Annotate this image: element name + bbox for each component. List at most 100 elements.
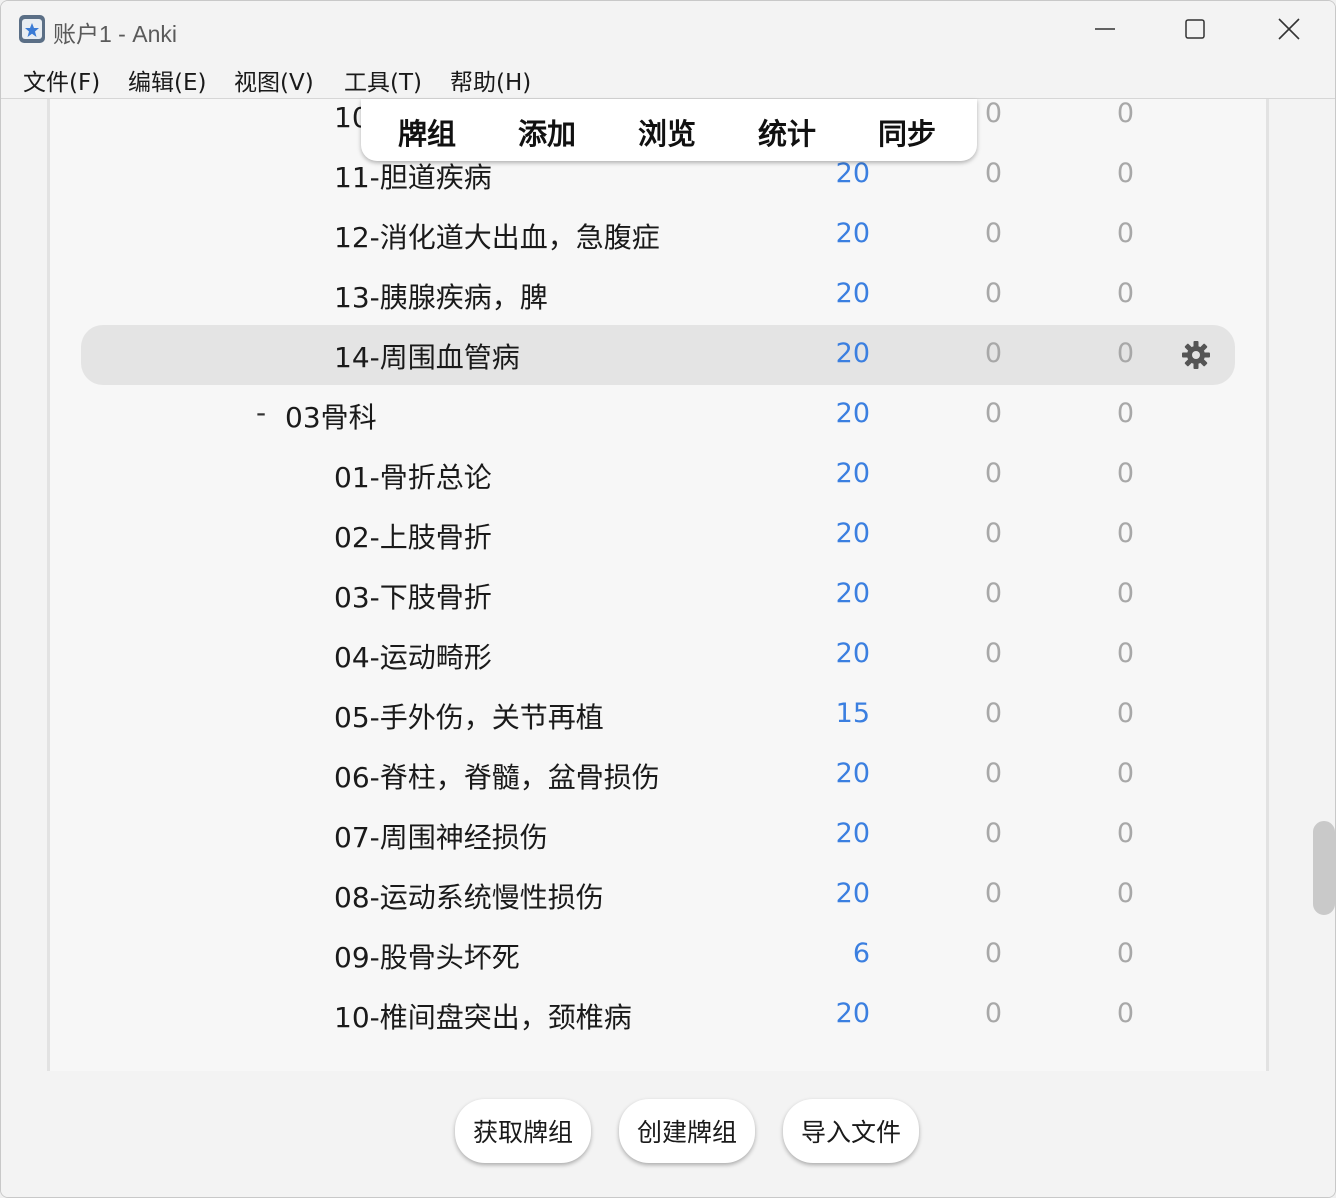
scrollbar-thumb[interactable] <box>1311 819 1335 917</box>
deck-name[interactable]: 07-周围神经损伤 <box>334 816 548 856</box>
deck-row[interactable]: 01-骨折总论 20 0 0 <box>50 445 1266 505</box>
main-toolbar: 牌组 添加 浏览 统计 同步 <box>361 99 977 161</box>
new-count: 20 <box>835 578 870 609</box>
new-count: 20 <box>835 278 870 309</box>
deck-list: 10-肝疾病，门静脉高压200011-胆道疾病200012-消化道大出血，急腹症… <box>47 99 1269 1071</box>
tab-sync[interactable]: 同步 <box>878 111 936 153</box>
learn-count: 0 <box>984 218 1002 249</box>
create-deck-button[interactable]: 创建牌组 <box>619 1099 755 1163</box>
learn-count: 0 <box>984 578 1002 609</box>
window-title: 账户1 - Anki <box>53 21 177 47</box>
tab-browse[interactable]: 浏览 <box>638 111 696 153</box>
deck-name[interactable]: 01-骨折总论 <box>334 456 492 496</box>
due-count: 0 <box>1116 578 1134 609</box>
learn-count: 0 <box>984 938 1002 969</box>
anki-star-icon <box>19 15 45 43</box>
deck-name[interactable]: 14-周围血管病 <box>334 336 520 376</box>
deck-name[interactable]: 10-椎间盘突出，颈椎病 <box>334 996 632 1036</box>
menu-file[interactable]: 文件(F) <box>23 63 100 97</box>
title-bar: 账户1 - Anki <box>1 1 1335 59</box>
learn-count: 0 <box>984 518 1002 549</box>
deck-name[interactable]: 09-股骨头坏死 <box>334 936 520 976</box>
get-shared-button[interactable]: 获取牌组 <box>455 1099 591 1163</box>
due-count: 0 <box>1116 638 1134 669</box>
learn-count: 0 <box>984 698 1002 729</box>
new-count: 20 <box>835 758 870 789</box>
due-count: 0 <box>1116 218 1134 249</box>
new-count: 6 <box>852 938 870 969</box>
deck-name[interactable]: 11-胆道疾病 <box>334 156 492 196</box>
tab-add[interactable]: 添加 <box>518 111 576 153</box>
close-icon <box>1278 18 1300 40</box>
deck-name[interactable]: 05-手外伤，关节再植 <box>334 696 604 736</box>
minimize-button[interactable] <box>1075 9 1135 49</box>
new-count: 20 <box>835 998 870 1029</box>
due-count: 0 <box>1116 398 1134 429</box>
due-count: 0 <box>1116 458 1134 489</box>
deck-row[interactable]: 03-下肢骨折 20 0 0 <box>50 565 1266 625</box>
minimize-icon <box>1095 28 1115 30</box>
maximize-button[interactable] <box>1165 9 1225 49</box>
menu-bar: 文件(F) 编辑(E) 视图(V) 工具(T) 帮助(H) <box>1 59 1335 99</box>
learn-count: 0 <box>984 398 1002 429</box>
menu-view[interactable]: 视图(V) <box>234 63 314 97</box>
learn-count: 0 <box>984 878 1002 909</box>
deck-row[interactable]: 02-上肢骨折 20 0 0 <box>50 505 1266 565</box>
deck-name[interactable]: 08-运动系统慢性损伤 <box>334 876 604 916</box>
new-count: 20 <box>835 458 870 489</box>
deck-name[interactable]: 03-下肢骨折 <box>334 576 492 616</box>
deck-row[interactable]: 05-手外伤，关节再植 15 0 0 <box>50 685 1266 745</box>
new-count: 20 <box>835 518 870 549</box>
new-count: 20 <box>835 638 870 669</box>
learn-count: 0 <box>984 158 1002 189</box>
deck-row[interactable]: 08-运动系统慢性损伤 20 0 0 <box>50 865 1266 925</box>
close-button[interactable] <box>1259 9 1319 49</box>
deck-row[interactable]: 10-椎间盘突出，颈椎病 20 0 0 <box>50 985 1266 1045</box>
new-count: 20 <box>835 398 870 429</box>
deck-name[interactable]: 03骨科 <box>285 396 377 436</box>
due-count: 0 <box>1116 758 1134 789</box>
deck-row[interactable]: 07-周围神经损伤 20 0 0 <box>50 805 1266 865</box>
import-file-button[interactable]: 导入文件 <box>783 1099 919 1163</box>
new-count: 15 <box>835 698 870 729</box>
due-count: 0 <box>1116 158 1134 189</box>
learn-count: 0 <box>984 998 1002 1029</box>
due-count: 0 <box>1116 698 1134 729</box>
deck-row[interactable]: 12-消化道大出血，急腹症 20 0 0 <box>50 205 1266 265</box>
deck-name[interactable]: 02-上肢骨折 <box>334 516 492 556</box>
deck-row[interactable]: 04-运动畸形 20 0 0 <box>50 625 1266 685</box>
maximize-icon <box>1185 19 1205 39</box>
deck-row[interactable]: 13-胰腺疾病，脾 20 0 0 <box>50 265 1266 325</box>
due-count: 0 <box>1116 338 1134 369</box>
menu-tools[interactable]: 工具(T) <box>344 63 422 97</box>
learn-count: 0 <box>984 818 1002 849</box>
due-count: 0 <box>1116 818 1134 849</box>
tab-decks[interactable]: 牌组 <box>398 111 456 153</box>
menu-help[interactable]: 帮助(H) <box>450 63 531 97</box>
tab-stats[interactable]: 统计 <box>758 111 816 153</box>
deck-name[interactable]: 13-胰腺疾病，脾 <box>334 276 548 316</box>
menu-edit[interactable]: 编辑(E) <box>128 63 206 97</box>
deck-row-current[interactable]: 14-周围血管病 20 0 0 <box>50 325 1266 385</box>
new-count: 20 <box>835 878 870 909</box>
learn-count: 0 <box>984 338 1002 369</box>
learn-count: 0 <box>984 278 1002 309</box>
new-count: 20 <box>835 818 870 849</box>
new-count: 20 <box>835 218 870 249</box>
due-count: 0 <box>1116 998 1134 1029</box>
gear-icon[interactable] <box>1180 339 1212 371</box>
collapse-toggle[interactable]: - <box>256 396 266 429</box>
deck-row[interactable]: 06-脊柱，脊髓，盆骨损伤 20 0 0 <box>50 745 1266 805</box>
learn-count: 0 <box>984 638 1002 669</box>
new-count: 20 <box>835 338 870 369</box>
deck-row[interactable]: 09-股骨头坏死 6 0 0 <box>50 925 1266 985</box>
deck-name[interactable]: 04-运动畸形 <box>334 636 492 676</box>
due-count: 0 <box>1116 938 1134 969</box>
deck-name[interactable]: 12-消化道大出血，急腹症 <box>334 216 660 256</box>
due-count: 0 <box>1116 99 1134 129</box>
learn-count: 0 <box>984 758 1002 789</box>
deck-row[interactable]: -03骨科 20 0 0 <box>50 385 1266 445</box>
main-content: 10-肝疾病，门静脉高压200011-胆道疾病200012-消化道大出血，急腹症… <box>1 99 1335 1197</box>
due-count: 0 <box>1116 278 1134 309</box>
deck-name[interactable]: 06-脊柱，脊髓，盆骨损伤 <box>334 756 660 796</box>
